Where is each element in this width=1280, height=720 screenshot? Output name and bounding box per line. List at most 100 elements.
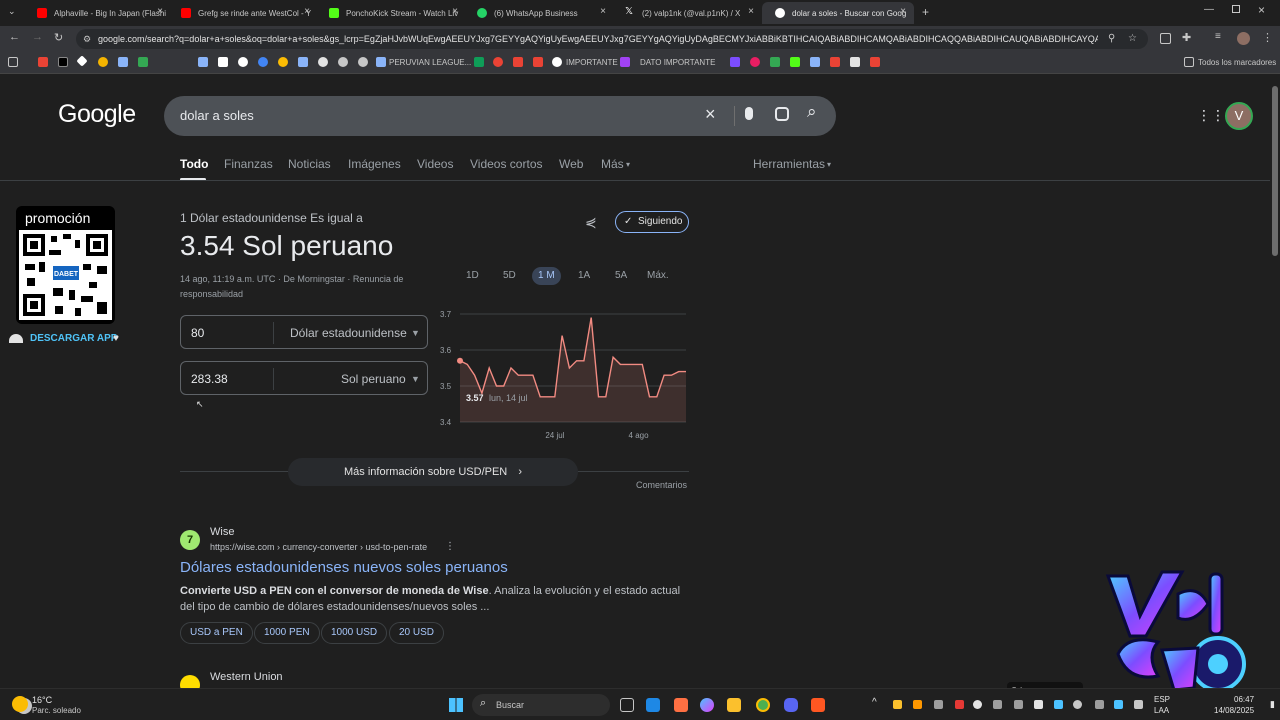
bookmark-icon[interactable] [493, 57, 503, 67]
close-icon[interactable]: × [304, 6, 310, 17]
tab-alphaville[interactable]: Alphaville - Big In Japan (Flashi × [24, 2, 171, 24]
google-icon[interactable] [552, 57, 562, 67]
steam-icon[interactable] [1073, 700, 1082, 709]
google-logo[interactable]: Google [58, 100, 136, 129]
bookmark-icon[interactable] [770, 57, 780, 67]
site-info-icon[interactable]: ⚙ [83, 29, 91, 49]
sheets-icon[interactable] [474, 57, 484, 67]
close-icon[interactable]: × [452, 6, 458, 17]
currency-from-select[interactable]: Dólar estadounidense [290, 326, 407, 340]
bookmark-icon[interactable] [338, 57, 348, 67]
tab-finanzas[interactable]: Finanzas [224, 157, 273, 171]
clock-time[interactable]: 06:47 [1234, 695, 1254, 704]
weather-desc[interactable]: Parc. soleado [32, 706, 81, 715]
peruvian-league-icon[interactable] [376, 57, 386, 67]
bookmark-icon[interactable] [870, 57, 880, 67]
task-view-icon[interactable] [620, 698, 634, 712]
amount-from-value[interactable]: 80 [191, 326, 204, 340]
back-icon[interactable]: ← [9, 31, 20, 43]
tray-icon[interactable] [1095, 700, 1104, 709]
feedback-link[interactable]: Comentarios [636, 480, 687, 490]
tab-noticias[interactable]: Noticias [288, 157, 331, 171]
amount-to-field[interactable]: 283.38 Sol peruano ▼ [180, 361, 428, 395]
profile-avatar[interactable] [1237, 32, 1250, 45]
share-icon[interactable]: ⋞ [585, 214, 597, 231]
page-scrollbar[interactable] [1270, 74, 1280, 688]
amount-from-field[interactable]: 80 Dólar estadounidense ▼ [180, 315, 428, 349]
tab-whatsapp[interactable]: (6) WhatsApp Business × [464, 2, 614, 24]
range-1d[interactable]: 1D [460, 267, 485, 285]
tab-ponchokick[interactable]: PonchoKick Stream - Watch Liv × [316, 2, 466, 24]
bookmark-icon[interactable] [118, 57, 128, 67]
media-icon[interactable]: ≡ [1215, 31, 1221, 42]
bookmark-importante[interactable]: IMPORTANTE [566, 58, 618, 67]
tray-icon[interactable] [973, 700, 982, 709]
language-code[interactable]: ESP [1154, 695, 1170, 704]
result-menu-dots-icon[interactable]: ⋮ [445, 541, 455, 552]
app-icon[interactable] [811, 698, 825, 712]
tray-icon[interactable] [993, 700, 1002, 709]
extension-icon[interactable] [1160, 33, 1171, 44]
promo-banner[interactable]: promoción DABET [16, 206, 115, 324]
bookmark-icon[interactable] [850, 57, 860, 67]
rate-line-chart[interactable]: 3.7 3.6 3.5 3.4 24 jul 4 ago 3.57 lun, 14 ju… [436, 302, 696, 442]
bookmark-icon[interactable] [138, 57, 148, 67]
bookmark-icon[interactable] [513, 57, 523, 67]
tab-videos[interactable]: Videos [417, 157, 453, 171]
tray-icon[interactable] [955, 700, 964, 709]
apps-grid-icon[interactable] [8, 57, 18, 67]
forward-icon[interactable]: → [32, 31, 43, 43]
tab-grefg[interactable]: Grefg se rinde ante WestCol - Y × [168, 2, 318, 24]
bookmark-icon[interactable] [58, 57, 68, 67]
bookmark-icon[interactable] [533, 57, 543, 67]
tools-button[interactable]: Herramientas [753, 157, 825, 171]
camera-lens-icon[interactable] [775, 107, 789, 121]
zoom-icon[interactable]: ⚲ [1108, 29, 1115, 49]
volume-icon[interactable] [1134, 700, 1143, 709]
menu-dots-icon[interactable]: ⋮ [1262, 31, 1273, 44]
microphone-icon[interactable] [745, 107, 753, 120]
more-info-button[interactable]: Más información sobre USD/PEN › [288, 458, 578, 486]
bookmark-icon[interactable] [830, 57, 840, 67]
file-explorer-icon[interactable] [727, 698, 741, 712]
range-max[interactable]: Máx. [641, 267, 675, 285]
next-result-site[interactable]: Western Union [210, 671, 283, 683]
close-icon[interactable]: × [748, 6, 754, 17]
follow-button[interactable]: ✓ Siguiendo [615, 211, 689, 233]
tray-icon[interactable] [913, 700, 922, 709]
folder-icon[interactable] [1184, 57, 1194, 67]
bookmark-icon[interactable] [730, 57, 740, 67]
bookmark-star-icon[interactable]: ☆ [1128, 29, 1137, 49]
chip-20-usd[interactable]: 20 USD [389, 622, 445, 644]
bookmark-icon[interactable] [278, 57, 288, 67]
chip-usd-a-pen[interactable]: USD a PEN [180, 622, 253, 644]
result-title-link[interactable]: Dólares estadounidenses nuevos soles per… [180, 559, 508, 576]
tray-icon[interactable] [1054, 700, 1063, 709]
close-icon[interactable]: × [900, 6, 906, 17]
result-site-name[interactable]: Wise [210, 526, 234, 538]
amount-to-value[interactable]: 283.38 [191, 372, 228, 386]
bookmark-icon[interactable] [98, 57, 108, 67]
bookmark-all[interactable]: Todos los marcadores [1198, 58, 1276, 67]
chrome-icon[interactable] [756, 698, 770, 712]
search-icon[interactable]: ⌕ [807, 102, 817, 122]
kick-icon[interactable] [790, 57, 800, 67]
clock-date[interactable]: 14/08/2025 [1214, 706, 1254, 715]
tray-icon[interactable] [893, 700, 902, 709]
search-input[interactable]: dolar a soles [180, 108, 254, 123]
bookmark-peruvian-league[interactable]: PERUVIAN LEAGUE... [389, 58, 471, 67]
weather-icon[interactable] [12, 696, 28, 712]
tray-icon[interactable] [1034, 700, 1043, 709]
windows-start-icon[interactable] [449, 698, 463, 712]
close-window-icon[interactable]: × [1258, 3, 1265, 17]
bookmark-dato-importante[interactable]: DATO IMPORTANTE [640, 58, 715, 67]
new-tab-plus-icon[interactable]: + [922, 5, 929, 19]
range-5d[interactable]: 5D [497, 267, 522, 285]
disclaimer-link[interactable]: responsabilidad [180, 289, 243, 299]
app-icon[interactable] [646, 698, 660, 712]
bookmark-icon[interactable] [218, 57, 228, 67]
minimize-icon[interactable]: — [1204, 4, 1214, 15]
tab-search-icon[interactable]: ⌄ [8, 6, 16, 17]
gmail-icon[interactable] [38, 57, 48, 67]
tab-todo[interactable]: Todo [180, 157, 208, 171]
